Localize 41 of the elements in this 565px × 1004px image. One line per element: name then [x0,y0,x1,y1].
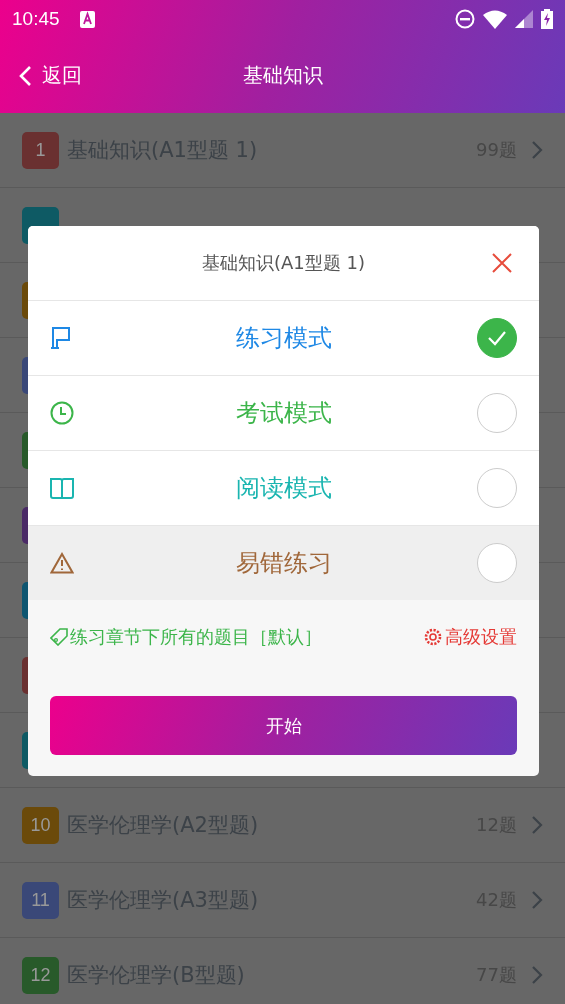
close-button[interactable] [491,252,513,274]
mode-label: 练习模式 [235,324,332,352]
mode-option[interactable]: 考试模式 [28,375,539,450]
dialog-title: 基础知识(A1型题 1) [202,251,365,275]
book-icon [50,477,74,499]
chapter-number: 12 [22,956,59,994]
radio-button[interactable] [477,468,517,508]
do-not-disturb-icon [455,9,475,29]
radio-button[interactable] [477,318,517,358]
check-icon [487,330,507,346]
gear-icon [423,627,443,647]
start-button[interactable]: 开始 [50,696,517,755]
back-icon [18,64,32,87]
page-title: 基础知识 [242,63,323,87]
chevron-right-icon [531,140,543,160]
chevron-right-icon [531,890,543,910]
signal-icon [515,10,533,28]
chapter-number: 1 [22,131,59,169]
wifi-icon [483,9,507,29]
mode-label: 易错练习 [235,549,332,577]
mode-label: 阅读模式 [235,474,332,502]
chevron-right-icon [531,815,543,835]
tag-icon [50,628,68,646]
flag-icon [50,326,72,350]
mode-option[interactable]: 易错练习 [28,525,539,600]
radio-button[interactable] [477,393,517,433]
warning-icon [50,552,74,574]
back-button[interactable]: 返回 [18,62,82,89]
scope-option[interactable]: 练习章节下所有的题目［默认］ [50,625,322,649]
chapter-number: 11 [22,881,59,919]
advanced-settings-link[interactable]: 高级设置 [423,625,517,649]
chapter-number: 10 [22,806,59,844]
clock-icon [50,401,74,425]
battery-icon [541,9,553,29]
status-time: 10:45 [12,8,60,30]
mode-option[interactable]: 练习模式 [28,300,539,375]
mode-label: 考试模式 [235,399,332,427]
chevron-right-icon [531,965,543,985]
notification-icon [79,10,95,28]
mode-option[interactable]: 阅读模式 [28,450,539,525]
radio-button[interactable] [477,543,517,583]
